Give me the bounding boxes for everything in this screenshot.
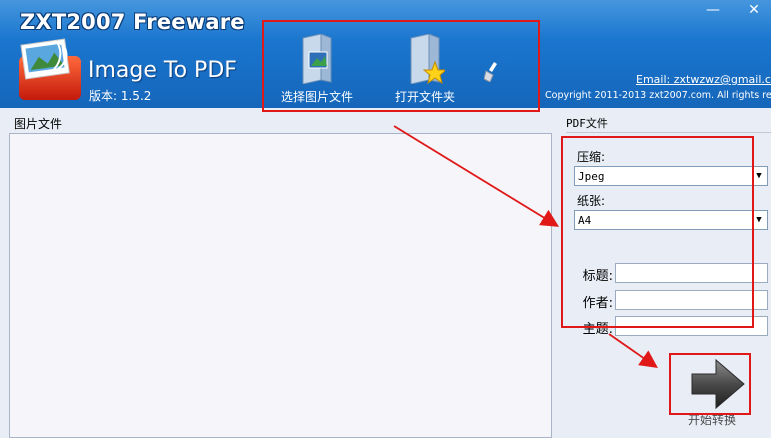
pdf-panel-title: PDF文件 xyxy=(566,117,608,130)
image-file-list[interactable] xyxy=(9,133,552,438)
pdf-panel-divider xyxy=(566,132,771,133)
annotation-box-options xyxy=(561,136,754,328)
brand-title: ZXT2007 Freeware xyxy=(20,10,245,34)
minimize-button[interactable]: — xyxy=(700,0,726,20)
annotation-box-convert xyxy=(669,353,751,415)
app-logo-icon xyxy=(19,38,81,100)
image-files-panel-title: 图片文件 xyxy=(14,117,63,131)
annotation-box-toolbar xyxy=(262,20,540,112)
copyright-text: Copyright 2011-2013 zxt2007.com. All rig… xyxy=(545,90,771,101)
app-name: Image To PDF xyxy=(88,58,237,83)
annotation-arrow-2 xyxy=(608,333,658,369)
email-link[interactable]: Email: zxtwzwz@gmail.com xyxy=(636,73,771,86)
version-label: 版本: 1.5.2 xyxy=(89,89,152,103)
close-button[interactable]: ✕ xyxy=(738,0,770,20)
